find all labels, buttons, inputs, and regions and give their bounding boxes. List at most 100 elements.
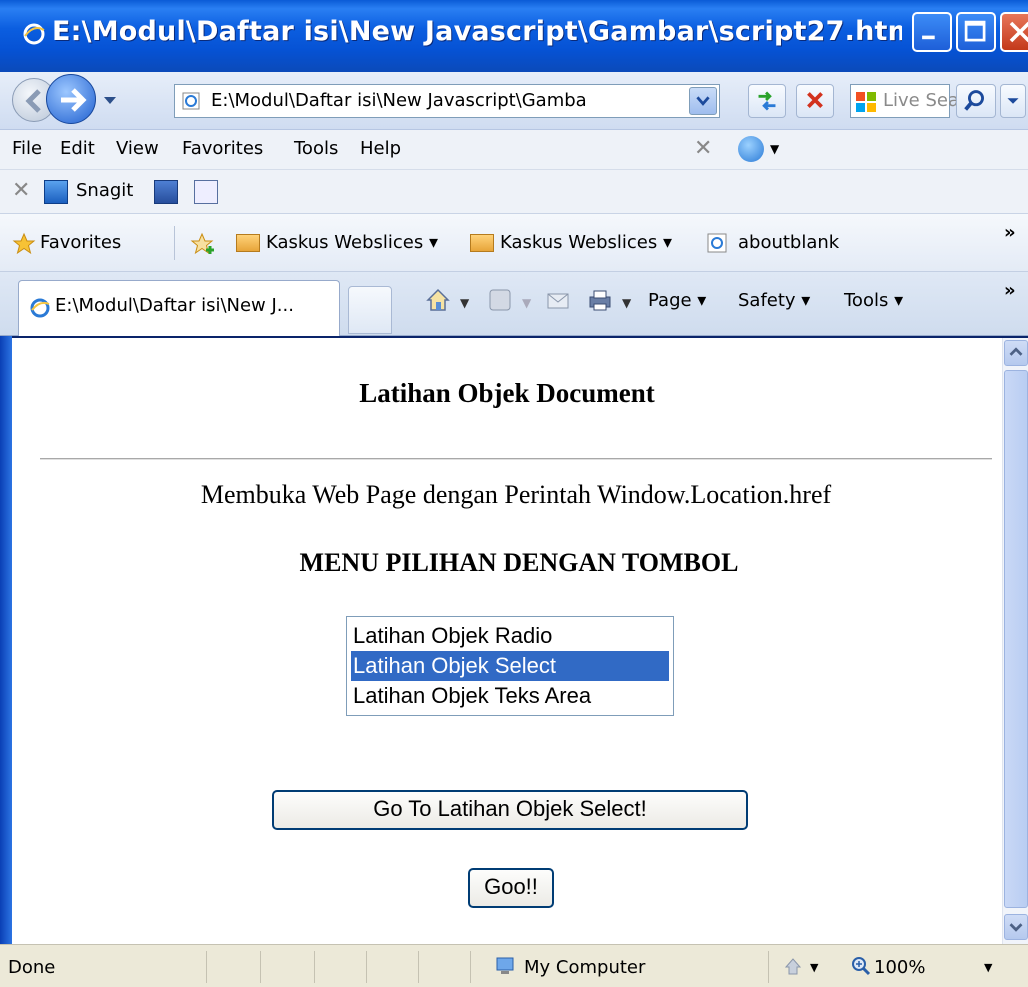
menu-tools[interactable]: Tools [294,138,338,159]
status-divider [366,951,367,983]
browser-window: E:\Modul\Daftar isi\New Javascript\Gamba… [0,0,1028,987]
minimize-button[interactable] [912,12,952,52]
favorites-button[interactable]: Favorites [40,232,121,253]
search-options-button[interactable] [1000,84,1026,118]
maximize-icon [964,20,986,42]
scroll-down-button[interactable] [1004,914,1028,940]
close-toolbar-icon[interactable]: ✕ [12,178,30,203]
ie-page-icon [30,298,50,318]
stop-button[interactable] [796,84,834,118]
go-to-button[interactable]: Go To Latihan Objek Select! [272,790,748,830]
status-divider [470,951,471,983]
fav-item-aboutblank[interactable]: aboutblank [738,232,839,253]
security-zone[interactable]: My Computer [524,957,645,978]
list-option-radio[interactable]: Latihan Objek Radio [351,621,669,651]
page-content: Latihan Objek Document Membuka Web Page … [12,338,1002,944]
chevron-down-icon[interactable]: ▼ [984,961,992,974]
goo-button[interactable]: Goo!! [468,868,554,908]
more-chevron-icon[interactable]: » [1004,222,1016,243]
mail-icon[interactable] [544,286,572,314]
help-globe-icon[interactable] [738,136,764,162]
close-icon [1009,21,1028,43]
status-divider [418,951,419,983]
minimize-icon [922,35,935,40]
menu-favorites[interactable]: Favorites [182,138,263,159]
chevron-down-icon[interactable]: ▼ [622,296,631,310]
my-computer-icon [496,957,514,974]
address-bar[interactable]: E:\Modul\Daftar isi\New Javascript\Gamba [174,84,720,118]
favorites-star-icon[interactable] [12,232,36,256]
list-option-textarea[interactable]: Latihan Objek Teks Area [351,681,669,711]
webslice-icon [236,234,260,252]
snagit-label[interactable]: Snagit [76,180,133,201]
tab-command-bar: E:\Modul\Daftar isi\New J... ▼ ▼ ▼ Page … [0,272,1028,336]
menu-file[interactable]: File [12,138,42,159]
status-divider [314,951,315,983]
vertical-scrollbar[interactable] [1002,338,1028,944]
menu-help[interactable]: Help [360,138,401,159]
menu-edit[interactable]: Edit [60,138,95,159]
window-title: E:\Modul\Daftar isi\New Javascript\Gamba… [52,16,902,47]
fav-item-kaskus-2[interactable]: Kaskus Webslices ▾ [500,232,672,253]
snagit-editor-icon[interactable] [194,180,218,204]
close-toolbar-icon[interactable]: ✕ [694,136,712,161]
address-input[interactable]: E:\Modul\Daftar isi\New Javascript\Gamba [211,90,681,111]
divider [174,226,175,260]
chevron-down-icon [1007,98,1019,104]
menu-heading: MENU PILIHAN DENGAN TOMBOL [299,548,739,577]
refresh-button[interactable] [748,84,786,118]
menu-bar: File Edit View Favorites Tools Help ✕ ▼ [0,130,1028,170]
snagit-capture-icon[interactable] [154,180,178,204]
search-button[interactable] [956,84,996,118]
favorites-bar: Favorites Kaskus Webslices ▾ Kaskus Webs… [0,214,1028,272]
forward-button[interactable] [46,74,96,124]
status-divider [206,951,207,983]
menu-view[interactable]: View [116,138,159,159]
page-menu-button[interactable]: Page ▾ [648,290,706,311]
more-chevron-icon[interactable]: » [1004,280,1016,301]
tab-current[interactable]: E:\Modul\Daftar isi\New J... [18,280,340,336]
chevron-down-icon[interactable]: ▼ [810,961,818,974]
zoom-icon[interactable] [850,955,872,977]
title-bar[interactable]: E:\Modul\Daftar isi\New Javascript\Gamba… [0,0,1028,72]
protected-mode-icon[interactable] [782,955,804,977]
search-box[interactable]: Live Search [850,84,987,118]
address-dropdown-button[interactable] [689,87,717,115]
new-tab-button[interactable] [348,286,392,334]
fav-item-label: Kaskus Webslices [266,232,424,253]
maximize-button[interactable] [956,12,996,52]
tab-label: E:\Modul\Daftar isi\New J... [55,295,294,316]
options-listbox[interactable]: Latihan Objek Radio Latihan Objek Select… [346,616,674,716]
snagit-toolbar: ✕ Snagit [0,170,1028,214]
chevron-down-icon[interactable]: ▼ [770,142,779,156]
snagit-icon[interactable] [44,180,68,204]
home-icon[interactable] [424,286,452,314]
feeds-icon[interactable] [486,286,514,314]
live-search-logo-icon [856,92,876,112]
tools-menu-label: Tools [844,290,889,311]
page-heading: Latihan Objek Document [359,378,655,408]
zoom-level[interactable]: 100% [874,957,925,978]
scroll-thumb[interactable] [1004,370,1028,908]
refresh-icon [758,91,776,111]
address-toolbar: E:\Modul\Daftar isi\New Javascript\Gamba… [0,72,1028,130]
fav-item-kaskus-1[interactable]: Kaskus Webslices ▾ [266,232,438,253]
chevron-up-icon [1009,347,1023,356]
add-favorite-icon[interactable] [190,232,216,256]
window-border-left [0,336,12,944]
chevron-down-icon[interactable]: ▼ [522,296,531,310]
safety-menu-button[interactable]: Safety ▾ [738,290,810,311]
chevron-down-icon[interactable]: ▼ [460,296,469,310]
status-divider [260,951,261,983]
print-icon[interactable] [586,286,614,314]
history-dropdown-icon[interactable] [100,90,120,110]
chevron-down-icon [1009,923,1023,932]
list-option-select[interactable]: Latihan Objek Select [351,651,669,681]
stop-icon [807,92,823,108]
scroll-up-button[interactable] [1004,340,1028,366]
close-button[interactable] [1000,12,1028,52]
safety-menu-label: Safety [738,290,796,311]
status-divider [768,951,769,983]
tools-menu-button[interactable]: Tools ▾ [844,290,903,311]
fav-item-label: Kaskus Webslices [500,232,658,253]
